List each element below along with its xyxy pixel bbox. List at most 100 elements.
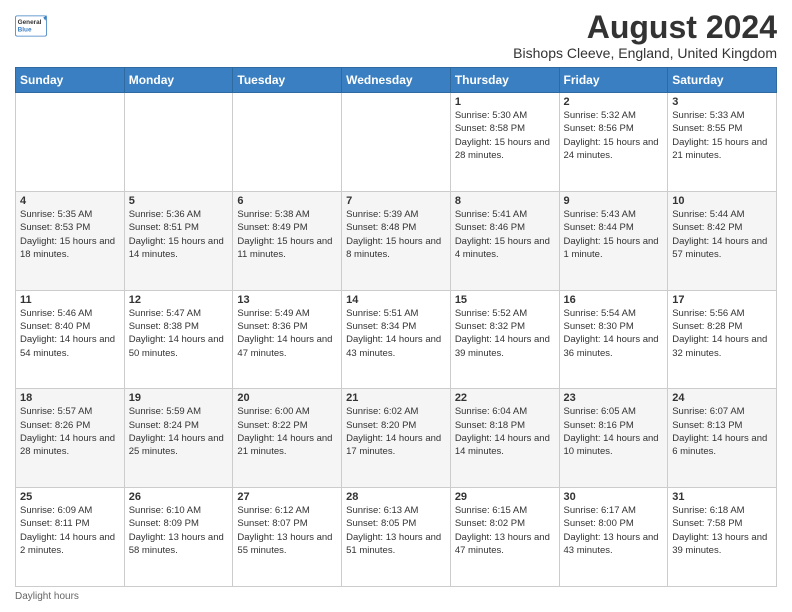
day-info: Sunrise: 5:51 AM Sunset: 8:34 PM Dayligh… [346,307,446,360]
day-number: 2 [564,96,664,108]
day-number: 19 [129,392,229,404]
day-cell: 1Sunrise: 5:30 AM Sunset: 8:58 PM Daylig… [450,93,559,192]
day-number: 20 [237,392,337,404]
day-cell: 28Sunrise: 6:13 AM Sunset: 8:05 PM Dayli… [342,488,451,587]
day-number: 14 [346,294,446,306]
day-info: Sunrise: 5:52 AM Sunset: 8:32 PM Dayligh… [455,307,555,360]
day-number: 22 [455,392,555,404]
day-number: 30 [564,491,664,503]
col-header-wednesday: Wednesday [342,68,451,93]
svg-text:General: General [18,19,42,26]
day-info: Sunrise: 6:15 AM Sunset: 8:02 PM Dayligh… [455,504,555,557]
day-number: 3 [672,96,772,108]
day-number: 4 [20,195,120,207]
day-number: 7 [346,195,446,207]
day-info: Sunrise: 5:35 AM Sunset: 8:53 PM Dayligh… [20,208,120,261]
day-info: Sunrise: 5:38 AM Sunset: 8:49 PM Dayligh… [237,208,337,261]
day-cell: 11Sunrise: 5:46 AM Sunset: 8:40 PM Dayli… [16,290,125,389]
day-info: Sunrise: 5:56 AM Sunset: 8:28 PM Dayligh… [672,307,772,360]
day-cell: 10Sunrise: 5:44 AM Sunset: 8:42 PM Dayli… [668,191,777,290]
day-number: 29 [455,491,555,503]
day-number: 28 [346,491,446,503]
day-cell: 16Sunrise: 5:54 AM Sunset: 8:30 PM Dayli… [559,290,668,389]
day-info: Sunrise: 5:32 AM Sunset: 8:56 PM Dayligh… [564,109,664,162]
day-cell: 30Sunrise: 6:17 AM Sunset: 8:00 PM Dayli… [559,488,668,587]
day-info: Sunrise: 5:33 AM Sunset: 8:55 PM Dayligh… [672,109,772,162]
day-number: 11 [20,294,120,306]
logo: General Blue [15,10,47,42]
day-number: 31 [672,491,772,503]
day-number: 12 [129,294,229,306]
week-row-1: 1Sunrise: 5:30 AM Sunset: 8:58 PM Daylig… [16,93,777,192]
day-info: Sunrise: 5:41 AM Sunset: 8:46 PM Dayligh… [455,208,555,261]
day-number: 8 [455,195,555,207]
day-number: 13 [237,294,337,306]
day-cell: 8Sunrise: 5:41 AM Sunset: 8:46 PM Daylig… [450,191,559,290]
day-info: Sunrise: 5:30 AM Sunset: 8:58 PM Dayligh… [455,109,555,162]
day-number: 26 [129,491,229,503]
day-info: Sunrise: 5:47 AM Sunset: 8:38 PM Dayligh… [129,307,229,360]
day-cell: 24Sunrise: 6:07 AM Sunset: 8:13 PM Dayli… [668,389,777,488]
day-number: 25 [20,491,120,503]
day-cell [233,93,342,192]
svg-text:Blue: Blue [18,26,32,33]
day-info: Sunrise: 6:10 AM Sunset: 8:09 PM Dayligh… [129,504,229,557]
day-info: Sunrise: 5:36 AM Sunset: 8:51 PM Dayligh… [129,208,229,261]
day-info: Sunrise: 6:18 AM Sunset: 7:58 PM Dayligh… [672,504,772,557]
day-info: Sunrise: 5:57 AM Sunset: 8:26 PM Dayligh… [20,405,120,458]
title-block: August 2024 Bishops Cleeve, England, Uni… [513,10,777,61]
day-info: Sunrise: 6:04 AM Sunset: 8:18 PM Dayligh… [455,405,555,458]
day-cell: 4Sunrise: 5:35 AM Sunset: 8:53 PM Daylig… [16,191,125,290]
day-cell: 2Sunrise: 5:32 AM Sunset: 8:56 PM Daylig… [559,93,668,192]
logo-svg: General Blue [15,10,47,42]
day-number: 10 [672,195,772,207]
day-cell: 20Sunrise: 6:00 AM Sunset: 8:22 PM Dayli… [233,389,342,488]
month-title: August 2024 [513,10,777,45]
col-header-saturday: Saturday [668,68,777,93]
day-number: 6 [237,195,337,207]
day-cell: 31Sunrise: 6:18 AM Sunset: 7:58 PM Dayli… [668,488,777,587]
day-cell: 14Sunrise: 5:51 AM Sunset: 8:34 PM Dayli… [342,290,451,389]
day-number: 23 [564,392,664,404]
day-info: Sunrise: 5:44 AM Sunset: 8:42 PM Dayligh… [672,208,772,261]
week-row-2: 4Sunrise: 5:35 AM Sunset: 8:53 PM Daylig… [16,191,777,290]
day-info: Sunrise: 5:43 AM Sunset: 8:44 PM Dayligh… [564,208,664,261]
week-row-3: 11Sunrise: 5:46 AM Sunset: 8:40 PM Dayli… [16,290,777,389]
col-header-monday: Monday [124,68,233,93]
day-number: 9 [564,195,664,207]
day-number: 27 [237,491,337,503]
day-number: 15 [455,294,555,306]
week-row-5: 25Sunrise: 6:09 AM Sunset: 8:11 PM Dayli… [16,488,777,587]
header-row: SundayMondayTuesdayWednesdayThursdayFrid… [16,68,777,93]
day-cell: 29Sunrise: 6:15 AM Sunset: 8:02 PM Dayli… [450,488,559,587]
day-info: Sunrise: 5:46 AM Sunset: 8:40 PM Dayligh… [20,307,120,360]
day-info: Sunrise: 5:39 AM Sunset: 8:48 PM Dayligh… [346,208,446,261]
day-cell: 19Sunrise: 5:59 AM Sunset: 8:24 PM Dayli… [124,389,233,488]
location: Bishops Cleeve, England, United Kingdom [513,45,777,61]
day-number: 21 [346,392,446,404]
day-info: Sunrise: 5:54 AM Sunset: 8:30 PM Dayligh… [564,307,664,360]
col-header-thursday: Thursday [450,68,559,93]
day-cell: 6Sunrise: 5:38 AM Sunset: 8:49 PM Daylig… [233,191,342,290]
day-cell: 21Sunrise: 6:02 AM Sunset: 8:20 PM Dayli… [342,389,451,488]
day-info: Sunrise: 5:59 AM Sunset: 8:24 PM Dayligh… [129,405,229,458]
day-info: Sunrise: 6:13 AM Sunset: 8:05 PM Dayligh… [346,504,446,557]
day-info: Sunrise: 6:17 AM Sunset: 8:00 PM Dayligh… [564,504,664,557]
day-cell: 27Sunrise: 6:12 AM Sunset: 8:07 PM Dayli… [233,488,342,587]
day-cell: 9Sunrise: 5:43 AM Sunset: 8:44 PM Daylig… [559,191,668,290]
day-number: 18 [20,392,120,404]
day-info: Sunrise: 6:02 AM Sunset: 8:20 PM Dayligh… [346,405,446,458]
day-cell: 25Sunrise: 6:09 AM Sunset: 8:11 PM Dayli… [16,488,125,587]
col-header-friday: Friday [559,68,668,93]
calendar-table: SundayMondayTuesdayWednesdayThursdayFrid… [15,67,777,587]
day-number: 5 [129,195,229,207]
col-header-tuesday: Tuesday [233,68,342,93]
day-cell [16,93,125,192]
day-info: Sunrise: 6:05 AM Sunset: 8:16 PM Dayligh… [564,405,664,458]
day-cell: 13Sunrise: 5:49 AM Sunset: 8:36 PM Dayli… [233,290,342,389]
day-info: Sunrise: 6:12 AM Sunset: 8:07 PM Dayligh… [237,504,337,557]
day-info: Sunrise: 6:07 AM Sunset: 8:13 PM Dayligh… [672,405,772,458]
footer-note: Daylight hours [15,591,777,602]
day-cell: 22Sunrise: 6:04 AM Sunset: 8:18 PM Dayli… [450,389,559,488]
day-info: Sunrise: 6:09 AM Sunset: 8:11 PM Dayligh… [20,504,120,557]
